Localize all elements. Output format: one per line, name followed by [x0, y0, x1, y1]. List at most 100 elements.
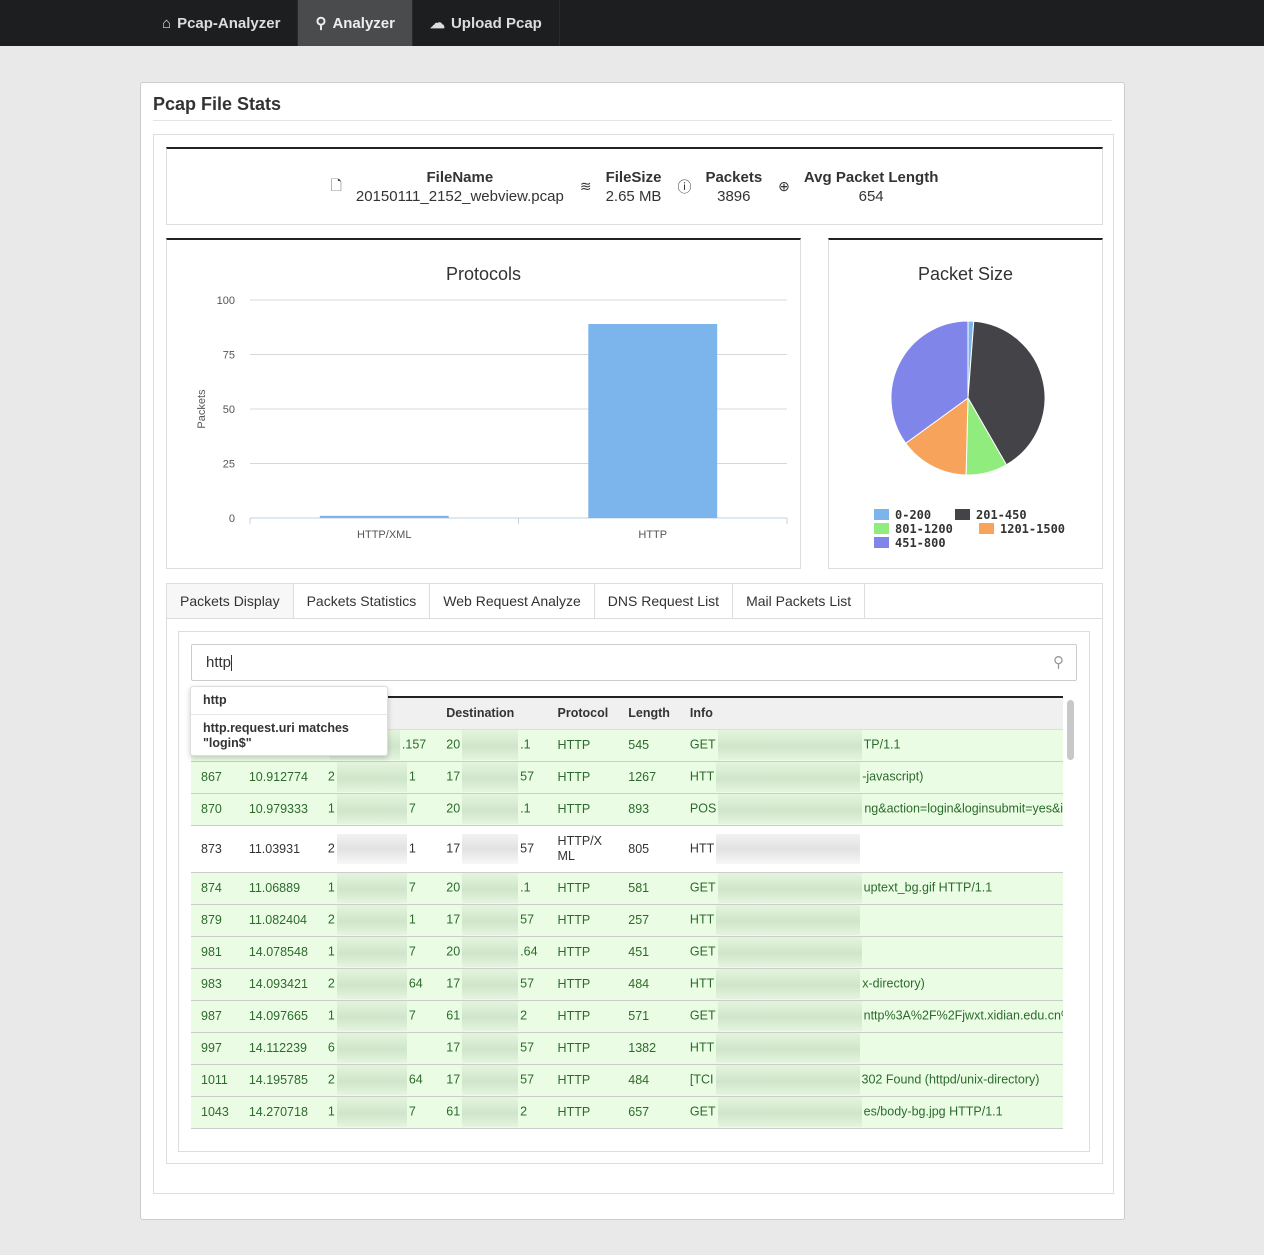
cell-text: 2 — [520, 1008, 528, 1023]
scrollbar-thumb[interactable] — [1067, 700, 1074, 760]
legend-item[interactable]: 801-1200 — [895, 522, 953, 536]
cell-text: 1 — [327, 1008, 335, 1023]
tab-packets-display[interactable]: Packets Display — [167, 584, 294, 618]
cell-text: 1 — [408, 769, 416, 784]
cell-text: HTTP — [557, 801, 591, 816]
scrollbar[interactable] — [1066, 698, 1075, 1128]
cell-text: HTTP — [557, 912, 591, 927]
table-row[interactable]: 879 11.082404 2 1 17 57 HTTP 257 HTT — [191, 904, 1063, 937]
cell-text: 20 — [446, 880, 461, 895]
filter-input[interactable]: http ⚲ — [191, 644, 1077, 681]
cell-text: 64 — [408, 976, 423, 991]
redacted-block — [336, 1097, 407, 1127]
cell-text: HTT — [689, 1040, 715, 1055]
redacted-block — [336, 833, 407, 864]
table-row[interactable]: 1043 14.270718 1 7 61 2 HTTP 657 GET es/body-bg.j… — [191, 1096, 1063, 1129]
cell-text: 874 — [201, 881, 222, 895]
cell-text: GET — [689, 1008, 716, 1023]
packets-table: No.TimeSourceDestinationProtocolLengthIn… — [191, 696, 1063, 1130]
table-row[interactable]: 1011 14.195785 2 64 17 57 HTTP 484 [TCI 302 Found… — [191, 1064, 1063, 1097]
search-icon[interactable]: ⚲ — [1053, 653, 1064, 671]
column-header[interactable]: Length — [618, 698, 680, 730]
legend-item[interactable]: 451-800 — [895, 536, 946, 550]
cell-text: 17 — [446, 912, 461, 927]
table-row[interactable]: 981 14.078548 1 7 20.64 HTTP 451 GET — [191, 936, 1063, 969]
cell-length: 1267 — [618, 761, 680, 794]
cell-length: 805 — [618, 825, 680, 873]
cell-text: 14.097665 — [248, 1009, 308, 1023]
cell-protocol: HTTP — [547, 729, 619, 762]
tab-mail-packets-list[interactable]: Mail Packets List — [733, 584, 866, 618]
cell-time: 10.912774 — [238, 761, 318, 794]
table-row[interactable]: 983 14.093421 2 64 17 57 HTTP 484 HTT x-directory… — [191, 968, 1063, 1001]
tab-packets-statistics[interactable]: Packets Statistics — [294, 584, 431, 618]
cell-text: 484 — [628, 977, 650, 991]
cell-no: 873 — [191, 825, 239, 873]
cell-text: uptext_bg.gif HTTP/1.1 — [863, 880, 993, 895]
legend-swatch — [979, 523, 994, 534]
nav-pcap-analyzer[interactable]: ⌂ Pcap-Analyzer — [145, 0, 299, 46]
cell-text: 17 — [446, 1040, 461, 1055]
cell-info: HTT x-directory) — [679, 968, 1063, 1001]
cell-length: 1382 — [618, 1032, 680, 1065]
navbar: ⌂ Pcap-Analyzer ⚲ Analyzer ☁ Upload Pcap — [0, 0, 1264, 46]
y-tick-label: 25 — [223, 459, 235, 471]
table-row[interactable]: 870 10.979333 1 7 20.1 HTTP 893 POS ng&action=lo… — [191, 793, 1063, 826]
tab-dns-request-list[interactable]: DNS Request List — [595, 584, 734, 618]
cell-protocol: HTTP — [547, 1096, 619, 1129]
cell-text: 1 — [327, 1104, 335, 1119]
column-header[interactable]: Protocol — [547, 698, 619, 730]
cell-text: HTTP — [557, 769, 591, 784]
redacted-block — [716, 905, 861, 935]
cell-text: 805 — [628, 841, 650, 856]
redacted-block — [718, 794, 863, 824]
suggestion-item[interactable]: http.request.uri matches "login$" — [191, 715, 387, 757]
cell-destination: 20.1 — [436, 872, 548, 905]
redacted-block — [462, 1065, 519, 1095]
cell-info: GET nttp%3A%2F%2Fjwxt.xidian.edu.cn%2Fc — [679, 1000, 1063, 1033]
column-header[interactable]: Destination — [436, 698, 548, 730]
cell-text: 20 — [446, 801, 461, 816]
bar-http[interactable] — [588, 323, 718, 518]
tab-web-request-analyze[interactable]: Web Request Analyze — [430, 584, 595, 618]
redacted-block — [336, 794, 407, 824]
cell-text: HTTP — [557, 1040, 591, 1055]
cell-info: GET uptext_bg.gif HTTP/1.1 — [679, 872, 1063, 905]
legend-item[interactable]: 0-200 — [895, 508, 931, 522]
table-row[interactable]: 987 14.097665 1 7 61 2 HTTP 571 GET nttp%3A%2F%2F… — [191, 1000, 1063, 1033]
cell-time: 14.112239 — [238, 1032, 318, 1065]
table-row[interactable]: 867 10.912774 2 1 17 57 HTTP 1267 HTT -javascript… — [191, 761, 1063, 794]
cell-destination: 61 2 — [436, 1000, 548, 1033]
tabs-panel: Packets Display Packets Statistics Web Req… — [166, 583, 1103, 1164]
bar-http/xml[interactable] — [319, 515, 449, 518]
cell-protocol: HTTP — [547, 793, 619, 826]
cell-text: HTTP — [557, 737, 591, 752]
cell-no: 867 — [191, 761, 239, 794]
cell-protocol: HTTP — [547, 761, 619, 794]
legend-item[interactable]: 201-450 — [976, 508, 1027, 522]
cell-text: 879 — [201, 913, 222, 927]
cell-text: 17 — [446, 1072, 461, 1087]
cell-protocol: HTTP — [547, 1000, 619, 1033]
column-header[interactable]: Info — [679, 698, 1063, 730]
redacted-block — [462, 873, 519, 903]
table-row[interactable]: 874 11.06889 1 7 20.1 HTTP 581 GET uptext_bg.gif… — [191, 872, 1063, 905]
cell-text: 11.082404 — [248, 913, 307, 927]
table-row[interactable]: 997 14.112239 6 17 57 HTTP 1382 HTT — [191, 1032, 1063, 1065]
legend-item[interactable]: 1201-1500 — [1000, 522, 1065, 536]
cell-source: 21 — [317, 825, 437, 873]
table-row[interactable]: 873 11.03931 2 1 17 57 HTTP/XML 805 HTT — [191, 825, 1063, 873]
bar-chart-svg: 0 25 50 75 100 Packets HTTP/XML HTTP — [196, 295, 788, 541]
cell-length: 484 — [618, 1064, 680, 1097]
cell-destination: 17 57 — [436, 825, 548, 873]
nav-upload-pcap[interactable]: ☁ Upload Pcap — [413, 0, 560, 46]
nav-analyzer[interactable]: ⚲ Analyzer — [298, 0, 413, 46]
cell-text: 2 — [327, 1072, 335, 1087]
stat-filesize: ≋ FileSize 2.65 MB — [579, 168, 662, 205]
legend-swatch — [955, 509, 970, 520]
suggestion-item[interactable]: http — [191, 687, 387, 715]
cell-info: GET TP/1.1 — [679, 729, 1063, 762]
cell-text: nttp%3A%2F%2Fjwxt.xidian.edu.cn%2Fc — [863, 1008, 1063, 1023]
redacted-block — [462, 905, 519, 935]
cell-text: 17 — [446, 840, 461, 855]
